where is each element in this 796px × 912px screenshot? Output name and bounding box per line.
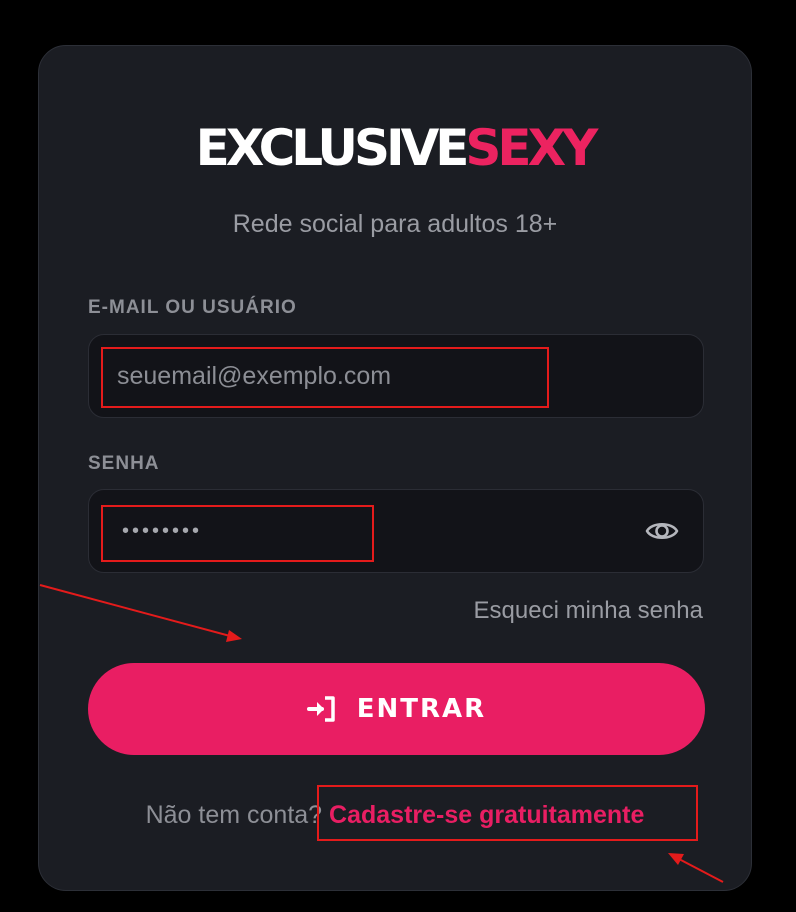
email-field[interactable] (117, 335, 637, 417)
eye-icon[interactable] (645, 515, 679, 547)
login-card: EXCLUSIVESEXY Rede social para adultos 1… (38, 45, 752, 891)
login-arrow-icon (306, 696, 335, 722)
login-button-label: ENTRAR (356, 694, 487, 724)
password-mask: •••••••• (122, 520, 203, 542)
logo-text-sexy: SEXY (465, 119, 598, 177)
password-label: SENHA (88, 453, 160, 474)
email-field-container (88, 334, 704, 418)
signup-prompt: Não tem conta? (145, 801, 323, 829)
email-label: E-MAIL OU USUÁRIO (88, 297, 297, 318)
logo-text-exclusive: EXCLUSIVE (195, 119, 470, 177)
tagline: Rede social para adultos 18+ (232, 210, 558, 238)
password-field[interactable]: •••••••• (88, 489, 704, 573)
login-button[interactable]: ENTRAR (88, 663, 705, 755)
brand-logo: EXCLUSIVESEXY (39, 118, 751, 178)
forgot-password-link[interactable]: Esqueci minha senha (474, 595, 703, 627)
signup-row: Não tem conta? Cadastre-se gratuitamente (39, 799, 751, 831)
signup-link[interactable]: Cadastre-se gratuitamente (329, 801, 644, 829)
